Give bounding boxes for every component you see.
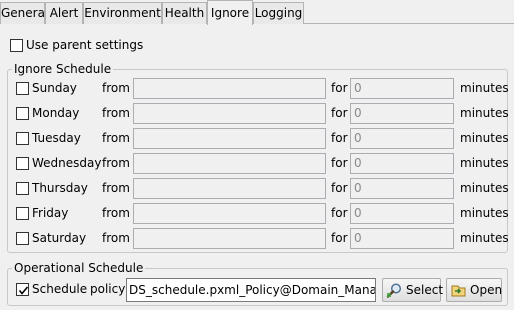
saturday-from-field[interactable] bbox=[133, 228, 326, 249]
monday-checkbox[interactable] bbox=[16, 107, 29, 120]
tuesday-label: Tuesday bbox=[32, 131, 81, 145]
wednesday-from-label: from bbox=[102, 156, 130, 170]
friday-minutes-field[interactable]: 0 bbox=[350, 203, 454, 224]
open-icon bbox=[450, 282, 467, 306]
schedule-label: Schedule bbox=[32, 282, 88, 296]
saturday-label: Saturday bbox=[32, 231, 87, 245]
friday-from-field[interactable] bbox=[133, 203, 326, 224]
tuesday-from-field[interactable] bbox=[133, 128, 326, 149]
thursday-minutes-label: minutes bbox=[460, 181, 509, 195]
wednesday-label: Wednesday bbox=[32, 156, 102, 170]
monday-from-label: from bbox=[102, 106, 130, 120]
use-parent-settings-checkbox[interactable] bbox=[10, 39, 23, 52]
thursday-label: Thursday bbox=[32, 181, 88, 195]
sunday-checkbox[interactable] bbox=[16, 82, 29, 95]
open-button[interactable]: Open bbox=[446, 278, 502, 302]
tuesday-for-label: for bbox=[331, 131, 348, 145]
operational-schedule-legend: Operational Schedule bbox=[12, 261, 146, 275]
sunday-minutes-field[interactable]: 0 bbox=[350, 78, 454, 99]
schedule-checkbox[interactable] bbox=[16, 283, 29, 296]
thursday-from-field[interactable] bbox=[133, 178, 326, 199]
select-button-label: Select bbox=[406, 283, 444, 297]
saturday-for-label: for bbox=[331, 231, 348, 245]
wednesday-checkbox[interactable] bbox=[16, 157, 29, 170]
tab-general[interactable]: General bbox=[0, 2, 48, 24]
tuesday-minutes-field[interactable]: 0 bbox=[350, 128, 454, 149]
wednesday-from-field[interactable] bbox=[133, 153, 326, 174]
monday-for-label: for bbox=[331, 106, 348, 120]
tuesday-from-label: from bbox=[102, 131, 130, 145]
tuesday-checkbox[interactable] bbox=[16, 132, 29, 145]
monday-minutes-field[interactable]: 0 bbox=[350, 103, 454, 124]
wednesday-minutes-field[interactable]: 0 bbox=[350, 153, 454, 174]
thursday-checkbox[interactable] bbox=[16, 182, 29, 195]
ignore-schedule-legend: Ignore Schedule bbox=[12, 62, 114, 76]
monday-minutes-label: minutes bbox=[460, 106, 509, 120]
thursday-from-label: from bbox=[102, 181, 130, 195]
monday-from-field[interactable] bbox=[133, 103, 326, 124]
use-parent-settings-label: Use parent settings bbox=[26, 38, 144, 52]
saturday-minutes-label: minutes bbox=[460, 231, 509, 245]
magnifier-icon bbox=[386, 282, 403, 306]
tab-alert[interactable]: Alert bbox=[45, 2, 83, 24]
wednesday-minutes-label: minutes bbox=[460, 156, 509, 170]
friday-label: Friday bbox=[32, 206, 69, 220]
policy-label: policy bbox=[90, 282, 126, 296]
tab-logging[interactable]: Logging bbox=[253, 2, 304, 24]
tab-bar: General Alert Environment Health Ignore … bbox=[0, 0, 514, 25]
thursday-minutes-field[interactable]: 0 bbox=[350, 178, 454, 199]
monday-label: Monday bbox=[32, 106, 80, 120]
saturday-minutes-field[interactable]: 0 bbox=[350, 228, 454, 249]
sunday-from-field[interactable] bbox=[133, 78, 326, 99]
friday-for-label: for bbox=[331, 206, 348, 220]
policy-field[interactable]: DS_schedule.pxml_Policy@Domain_Manager bbox=[126, 278, 376, 302]
thursday-for-label: for bbox=[331, 181, 348, 195]
open-button-label: Open bbox=[470, 283, 503, 297]
friday-minutes-label: minutes bbox=[460, 206, 509, 220]
tab-environment[interactable]: Environment bbox=[83, 2, 162, 24]
tuesday-minutes-label: minutes bbox=[460, 131, 509, 145]
tab-ignore[interactable]: Ignore bbox=[207, 0, 253, 25]
wednesday-for-label: for bbox=[331, 156, 348, 170]
saturday-from-label: from bbox=[102, 231, 130, 245]
sunday-for-label: for bbox=[331, 81, 348, 95]
sunday-from-label: from bbox=[102, 81, 130, 95]
sunday-label: Sunday bbox=[32, 81, 77, 95]
friday-checkbox[interactable] bbox=[16, 207, 29, 220]
checkmark-icon bbox=[18, 286, 29, 295]
saturday-checkbox[interactable] bbox=[16, 232, 29, 245]
select-button[interactable]: Select bbox=[382, 278, 444, 302]
friday-from-label: from bbox=[102, 206, 130, 220]
tab-health[interactable]: Health bbox=[162, 2, 207, 24]
sunday-minutes-label: minutes bbox=[460, 81, 509, 95]
